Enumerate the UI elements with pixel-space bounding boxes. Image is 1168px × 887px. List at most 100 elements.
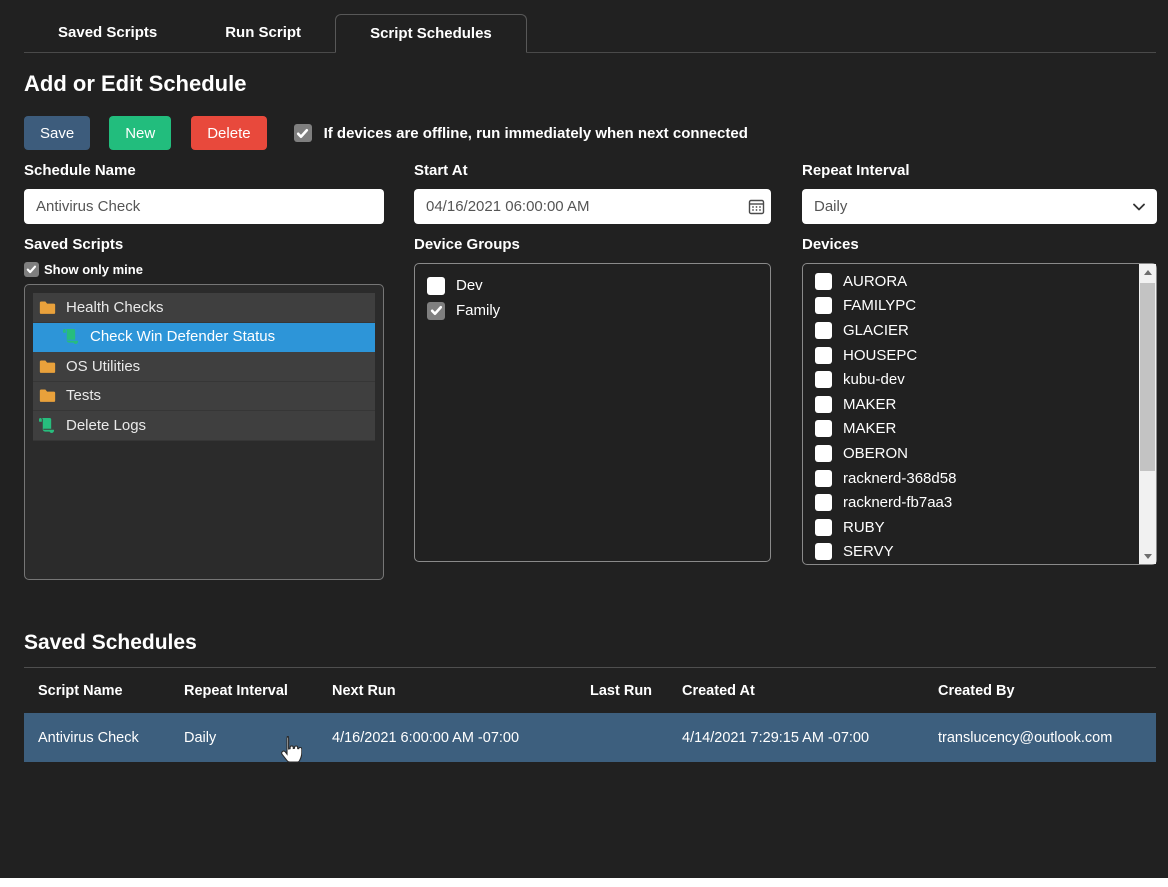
script-item-label: Delete Logs: [66, 417, 146, 434]
schedule-row-antivirus-check[interactable]: Antivirus CheckDaily4/16/2021 6:00:00 AM…: [24, 713, 1156, 762]
device-label: SERVY: [843, 543, 894, 560]
device-group-checkbox[interactable]: [427, 302, 445, 320]
column-header-next-run: Next Run: [318, 683, 576, 699]
show-only-mine-group: Show only mine: [24, 262, 143, 277]
table-body: Antivirus CheckDaily4/16/2021 6:00:00 AM…: [24, 713, 1156, 762]
cell-created-by: translucency@outlook.com: [924, 730, 1142, 746]
delete-button[interactable]: Delete: [191, 116, 266, 150]
devices-scrollbar[interactable]: [1139, 264, 1156, 564]
tab-saved-scripts[interactable]: Saved Scripts: [24, 14, 191, 52]
schedule-name-input[interactable]: [24, 189, 384, 224]
script-item-delete-logs[interactable]: Delete Logs: [33, 411, 375, 441]
device-label: MAKER: [843, 420, 896, 437]
script-icon: [63, 329, 80, 344]
script-icon: [39, 418, 56, 433]
device-groups-panel: Dev Family: [414, 263, 771, 562]
folder-icon: [39, 359, 56, 374]
device-checkbox[interactable]: [815, 396, 832, 413]
device-group-label: Family: [456, 302, 500, 319]
start-at-field-wrap: [414, 189, 771, 224]
device-ruby[interactable]: RUBY: [815, 515, 1139, 540]
offline-checkbox-group: If devices are offline, run immediately …: [294, 124, 748, 142]
device-servy[interactable]: SERVY: [815, 540, 1139, 564]
script-item-label: Tests: [66, 387, 101, 404]
device-checkbox[interactable]: [815, 445, 832, 462]
table-header-row: Script NameRepeat IntervalNext RunLast R…: [24, 668, 1156, 713]
script-item-tests[interactable]: Tests: [33, 382, 375, 412]
schedule-name-label: Schedule Name: [24, 162, 136, 179]
device-checkbox[interactable]: [815, 371, 832, 388]
device-checkbox[interactable]: [815, 543, 832, 560]
device-maker[interactable]: MAKER: [815, 417, 1139, 442]
page-title: Add or Edit Schedule: [24, 71, 246, 97]
saved-schedules-table: Script NameRepeat IntervalNext RunLast R…: [24, 668, 1156, 762]
scrollbar-down-arrow-icon[interactable]: [1139, 548, 1156, 564]
device-maker[interactable]: MAKER: [815, 392, 1139, 417]
cell-repeat-interval: Daily: [170, 730, 318, 746]
device-checkbox[interactable]: [815, 273, 832, 290]
device-label: FAMILYPC: [843, 297, 916, 314]
schedule-name-field-wrap: [24, 189, 384, 224]
device-label: AURORA: [843, 273, 907, 290]
save-button[interactable]: Save: [24, 116, 90, 150]
saved-scripts-panel: Health Checks Check Win Defender Status OS…: [24, 284, 384, 580]
device-group-label: Dev: [456, 277, 483, 294]
cell-created-at: 4/14/2021 7:29:15 AM -07:00: [668, 730, 924, 746]
devices-list: AURORA FAMILYPC GLACIER HOUSEPC kubu-dev MAKE…: [803, 264, 1139, 564]
script-item-check-win-defender-status[interactable]: Check Win Defender Status: [33, 323, 375, 353]
device-group-checkbox[interactable]: [427, 277, 445, 295]
repeat-interval-label: Repeat Interval: [802, 162, 910, 179]
device-checkbox[interactable]: [815, 420, 832, 437]
device-checkbox[interactable]: [815, 470, 832, 487]
tab-script-schedules[interactable]: Script Schedules: [335, 14, 527, 53]
device-groups-label: Device Groups: [414, 236, 520, 253]
device-group-family[interactable]: Family: [427, 298, 770, 323]
start-at-input[interactable]: [414, 189, 741, 224]
show-only-mine-checkbox[interactable]: [24, 262, 39, 277]
offline-checkbox-label: If devices are offline, run immediately …: [324, 125, 748, 142]
script-item-label: Health Checks: [66, 299, 164, 316]
device-checkbox[interactable]: [815, 297, 832, 314]
device-racknerd-368d58[interactable]: racknerd-368d58: [815, 466, 1139, 491]
tab-run-script[interactable]: Run Script: [191, 14, 335, 52]
scrollbar-up-arrow-icon[interactable]: [1139, 264, 1156, 280]
column-header-repeat-interval: Repeat Interval: [170, 683, 318, 699]
column-header-last-run: Last Run: [576, 683, 668, 699]
new-button[interactable]: New: [109, 116, 171, 150]
show-only-mine-label: Show only mine: [44, 262, 143, 277]
device-checkbox[interactable]: [815, 322, 832, 339]
device-housepc[interactable]: HOUSEPC: [815, 343, 1139, 368]
script-item-label: OS Utilities: [66, 358, 140, 375]
offline-checkbox[interactable]: [294, 124, 312, 142]
toolbar: Save New Delete If devices are offline, …: [24, 116, 748, 150]
device-glacier[interactable]: GLACIER: [815, 318, 1139, 343]
folder-icon: [39, 300, 56, 315]
device-label: MAKER: [843, 396, 896, 413]
app-window: Saved ScriptsRun ScriptScript Schedules …: [0, 0, 1168, 887]
device-label: HOUSEPC: [843, 347, 917, 364]
device-label: RUBY: [843, 519, 885, 536]
cell-next-run: 4/16/2021 6:00:00 AM -07:00: [318, 730, 576, 746]
device-familypc[interactable]: FAMILYPC: [815, 294, 1139, 319]
scrollbar-thumb[interactable]: [1140, 283, 1155, 471]
column-header-created-at: Created At: [668, 683, 924, 699]
device-checkbox[interactable]: [815, 347, 832, 364]
repeat-interval-value: Daily: [802, 198, 847, 215]
device-checkbox[interactable]: [815, 494, 832, 511]
device-label: kubu-dev: [843, 371, 905, 388]
device-label: OBERON: [843, 445, 908, 462]
device-kubu-dev[interactable]: kubu-dev: [815, 367, 1139, 392]
repeat-interval-select[interactable]: Daily: [802, 189, 1157, 224]
column-header-script-name: Script Name: [24, 683, 170, 699]
device-racknerd-fb7aa3[interactable]: racknerd-fb7aa3: [815, 490, 1139, 515]
device-oberon[interactable]: OBERON: [815, 441, 1139, 466]
device-group-dev[interactable]: Dev: [427, 273, 770, 298]
device-label: GLACIER: [843, 322, 909, 339]
script-item-os-utilities[interactable]: OS Utilities: [33, 352, 375, 382]
calendar-icon[interactable]: [741, 189, 771, 224]
device-checkbox[interactable]: [815, 519, 832, 536]
device-aurora[interactable]: AURORA: [815, 269, 1139, 294]
start-at-label: Start At: [414, 162, 468, 179]
script-item-health-checks[interactable]: Health Checks: [33, 293, 375, 323]
script-schedules-screen: Saved ScriptsRun ScriptScript Schedules …: [0, 0, 1168, 878]
